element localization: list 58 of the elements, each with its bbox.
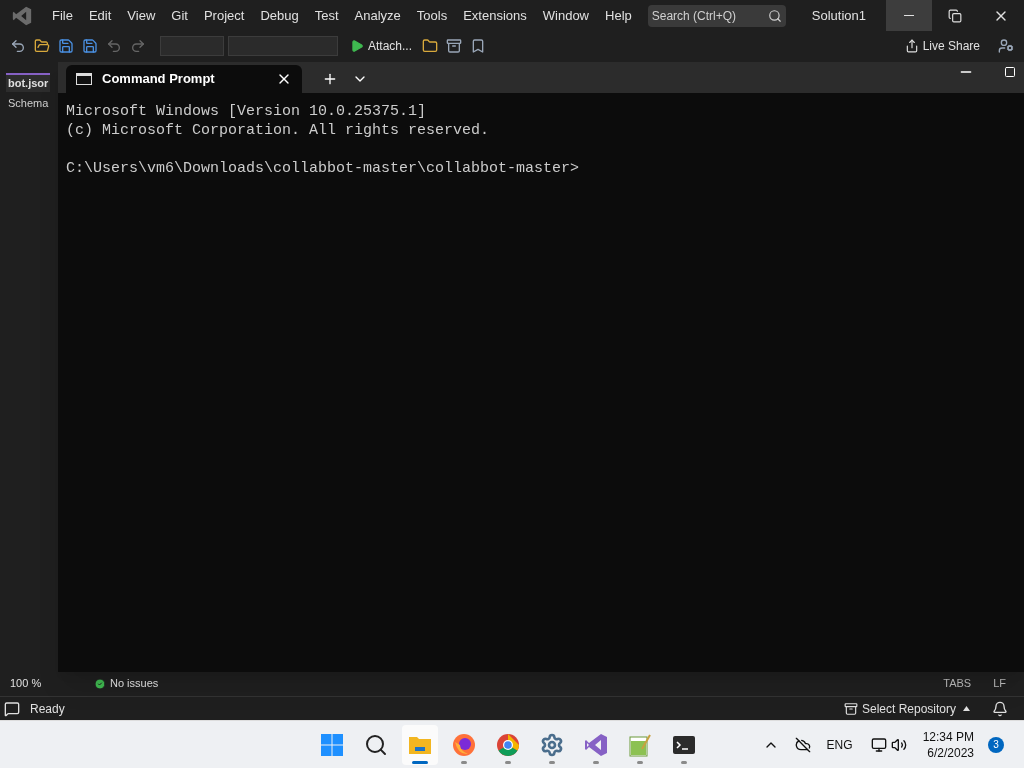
issues-status[interactable]: No issues [94,675,159,692]
user-settings-icon[interactable] [996,36,1016,56]
live-share-button[interactable]: Live Share [904,37,992,55]
menu-item[interactable]: View [119,5,164,26]
message-icon [4,700,20,717]
menu-item[interactable]: Tools [408,5,456,26]
menu-item[interactable]: Git [163,5,196,26]
console-icon [76,73,92,85]
menu-item[interactable]: Project [195,5,253,26]
volume-icon[interactable] [890,736,907,753]
bell-icon[interactable] [992,700,1008,717]
menu-item[interactable]: Help [597,5,640,26]
search-icon [767,8,782,23]
console-line: (c) Microsoft Corporation. All rights reserved. [66,121,491,140]
clock-time[interactable]: 12:34 PM [922,728,974,745]
clock-date[interactable]: 6/2/2023 [927,744,974,761]
select-repository-button[interactable]: Select Repository [843,699,992,718]
menu-item[interactable]: Extensions [455,5,535,26]
gear-icon [540,732,564,757]
notification-badge[interactable]: 3 [988,736,1004,753]
status-item[interactable]: LF [993,675,1006,692]
repository-icon [843,701,858,716]
app-logo-icon [12,5,32,26]
chrome-ball-icon [496,732,520,757]
menu-item[interactable]: Edit [80,5,120,26]
caret-up-icon [963,706,970,711]
status-text: Ready [30,700,65,718]
menu-item[interactable]: Window [534,5,597,26]
search-icon [364,732,388,757]
notepad-icon [628,732,652,757]
console-line: Microsoft Windows [Version 10.0.25375.1] [66,102,428,121]
solution-name: Solution1 [811,6,866,25]
windows-logo-icon [320,732,344,757]
menu-item[interactable]: Debug [252,5,307,26]
search-field[interactable]: Search (Ctrl+Q) [647,4,786,27]
save-icon[interactable] [56,36,76,56]
attach-button[interactable]: Attach... [346,37,417,55]
menu-item[interactable]: Test [306,5,347,26]
menu-item[interactable]: Analyze [346,5,409,26]
play-icon [350,39,364,53]
infinity-ribbon-icon [584,732,608,757]
editor-subtab[interactable]: Schema [6,94,51,111]
restore-icon [948,8,962,23]
network-icon[interactable] [870,736,887,753]
minimize-icon [904,15,914,16]
status-item[interactable]: TABS [943,675,972,692]
command-prompt-line: C:\Users\vm6\Downloads\collabbot-master\collabbot-master> [66,159,581,178]
fox-globe-icon [452,732,476,757]
menu-item[interactable]: File [44,5,81,26]
save-all-icon[interactable] [80,36,100,56]
cloud-off-icon[interactable] [794,736,811,753]
maximize-icon[interactable] [1004,66,1016,78]
editor-tab[interactable]: bot.jsor [6,73,51,92]
zoom-level[interactable]: 100 % [10,675,90,692]
terminal-tab[interactable]: Command Prompt [66,65,302,93]
share-icon [904,39,919,53]
new-tab-icon[interactable] [322,71,338,87]
language-indicator[interactable]: ENG [826,735,853,754]
